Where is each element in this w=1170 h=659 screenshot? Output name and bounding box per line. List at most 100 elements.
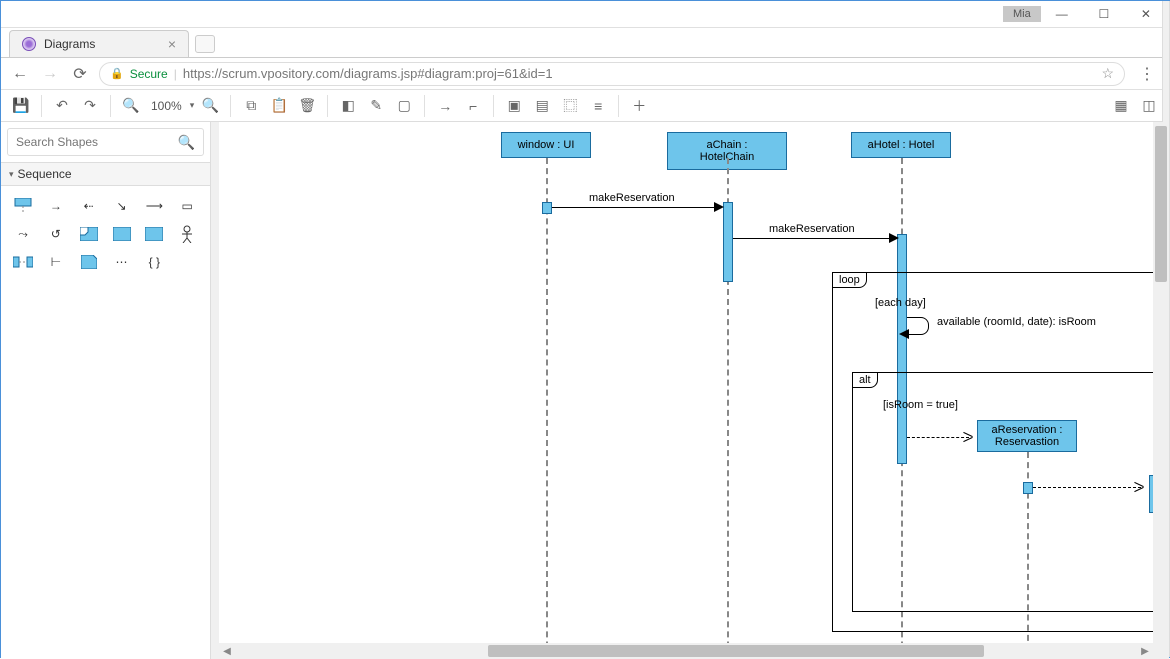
copy-button[interactable]: ⧉ — [239, 94, 263, 118]
continuation-shape[interactable] — [142, 224, 166, 244]
url-box[interactable]: 🔒 Secure | https://scrum.vpository.com/d… — [99, 62, 1125, 86]
message-2-line[interactable] — [733, 238, 897, 239]
paste-button[interactable]: 📋 — [267, 94, 291, 118]
zoom-out-button[interactable]: 🔍 — [119, 94, 143, 118]
create-message-shape[interactable]: ⤳ — [11, 224, 35, 244]
self-message-label: available (roomId, date): isRoom — [937, 316, 1096, 328]
vscroll-thumb[interactable] — [1155, 126, 1167, 282]
diagram-canvas[interactable]: window : UI aChain : HotelChain aHotel :… — [219, 122, 1153, 643]
anchor-shape[interactable]: ⋯ — [110, 252, 134, 272]
bring-front-button[interactable]: ▣ — [502, 94, 526, 118]
canvas-area: window : UI aChain : HotelChain aHotel :… — [211, 122, 1169, 659]
browser-tabbar: Diagrams × — [1, 28, 1169, 58]
save-button[interactable]: 💾 — [9, 94, 33, 118]
close-window-button[interactable]: ✕ — [1125, 2, 1167, 27]
create-notice-arrow-icon — [1134, 482, 1144, 492]
scroll-left-icon[interactable]: ◀ — [219, 646, 235, 657]
palette-header[interactable]: Sequence — [1, 162, 210, 186]
self-message-shape[interactable]: ↺ — [44, 224, 68, 244]
panels-toggle-button[interactable]: ◫ — [1137, 94, 1161, 118]
window-titlebar: Mia — ☐ ✕ — [1, 1, 1169, 28]
message-shape[interactable]: → — [44, 196, 68, 216]
gate-shape[interactable]: ⟶ — [142, 196, 166, 216]
lifeline-ui-line — [546, 158, 548, 643]
send-back-button[interactable]: ▤ — [530, 94, 554, 118]
message-2-arrow-icon — [889, 233, 899, 243]
activation-chain[interactable] — [723, 202, 733, 282]
self-message-loop[interactable] — [907, 317, 929, 335]
create-notice-line[interactable] — [1033, 487, 1141, 488]
loop-fragment-label: loop — [832, 272, 867, 288]
message-1-line[interactable] — [552, 207, 722, 208]
minimize-button[interactable]: — — [1041, 2, 1083, 27]
line-style-button[interactable]: ⌐ — [461, 94, 485, 118]
create-reservation-line[interactable] — [907, 437, 969, 438]
lifeline-shape[interactable] — [11, 196, 35, 216]
combined-fragment-shape[interactable] — [77, 224, 101, 244]
url-text: https://scrum.vpository.com/diagrams.jsp… — [183, 66, 1096, 81]
browser-menu-button[interactable]: ⋮ — [1133, 64, 1161, 84]
frame-shape[interactable]: ▭ — [175, 196, 199, 216]
interaction-use-shape[interactable] — [110, 224, 134, 244]
layout-toggle-button[interactable]: ▦ — [1109, 94, 1133, 118]
scroll-right-icon[interactable]: ▶ — [1137, 646, 1153, 657]
app-window: Mia — ☐ ✕ Diagrams × ← → ⟳ 🔒 Secure | ht… — [0, 0, 1170, 658]
lifeline-reservation-line — [1027, 452, 1029, 643]
content-area: 🔍 Sequence → ⇠ ↘ ⟶ ▭ ⤳ ↺ ⊢ ⋯ — [1, 122, 1169, 659]
back-button[interactable]: ← — [9, 63, 31, 85]
zoom-level[interactable]: 100% — [147, 99, 186, 113]
align-button[interactable]: ≡ — [586, 94, 610, 118]
delete-button[interactable]: 🗑 — [295, 94, 319, 118]
vertical-scrollbar[interactable] — [1153, 122, 1169, 643]
loop-guard: [each day] — [875, 297, 926, 309]
shadow-button[interactable]: ▢ — [392, 94, 416, 118]
fill-button[interactable]: ◧ — [336, 94, 360, 118]
duration-shape[interactable]: ⊢ — [44, 252, 68, 272]
lifeline-reservation[interactable]: aReservation : Reservastion — [977, 420, 1077, 452]
shape-palette: → ⇠ ↘ ⟶ ▭ ⤳ ↺ ⊢ ⋯ { } — [1, 186, 210, 282]
note-shape[interactable] — [77, 252, 101, 272]
activation-reservation[interactable] — [1023, 482, 1033, 494]
zoom-in-button[interactable]: 🔍 — [198, 94, 222, 118]
message-2-label: makeReservation — [769, 223, 855, 235]
forward-button[interactable]: → — [39, 63, 61, 85]
tab-title: Diagrams — [44, 37, 95, 51]
undo-button[interactable]: ↶ — [50, 94, 74, 118]
self-message-arrow-icon — [899, 329, 909, 339]
bookmark-star-icon[interactable]: ☆ — [1101, 65, 1114, 82]
maximize-button[interactable]: ☐ — [1083, 2, 1125, 27]
shapes-sidebar: 🔍 Sequence → ⇠ ↘ ⟶ ▭ ⤳ ↺ ⊢ ⋯ — [1, 122, 211, 659]
new-tab-button[interactable] — [195, 35, 215, 53]
message-1-label: makeReservation — [589, 192, 675, 204]
add-button[interactable]: ＋ — [627, 94, 651, 118]
lock-icon: 🔒 — [110, 67, 124, 80]
stroke-button[interactable]: ✎ — [364, 94, 388, 118]
activation-ui[interactable] — [542, 202, 552, 214]
found-message-shape[interactable]: ↘ — [110, 196, 134, 216]
shape-search[interactable]: 🔍 — [7, 128, 204, 156]
favicon-icon — [22, 37, 36, 51]
horizontal-scrollbar[interactable]: ◀ ▶ — [219, 643, 1153, 659]
shape-search-input[interactable] — [16, 135, 178, 149]
create-reservation-arrow-icon — [963, 432, 973, 442]
message-1-arrow-icon — [714, 202, 724, 212]
concurrent-shape[interactable] — [11, 252, 35, 272]
tab-close-icon[interactable]: × — [168, 36, 176, 52]
connector-style-button[interactable]: → — [433, 94, 457, 118]
secure-label: Secure — [130, 67, 168, 81]
actor-shape[interactable] — [175, 224, 199, 244]
alt-fragment-label: alt — [852, 372, 878, 388]
redo-button[interactable]: ↷ — [78, 94, 102, 118]
sequence-diagram: window : UI aChain : HotelChain aHotel :… — [269, 122, 1153, 643]
reload-button[interactable]: ⟳ — [69, 63, 91, 85]
group-button[interactable]: ⿴ — [558, 94, 582, 118]
return-message-shape[interactable]: ⇠ — [77, 196, 101, 216]
search-icon: 🔍 — [178, 134, 195, 151]
lifeline-hotel[interactable]: aHotel : Hotel — [851, 132, 951, 158]
browser-addressbar: ← → ⟳ 🔒 Secure | https://scrum.vpository… — [1, 58, 1169, 90]
lifeline-ui[interactable]: window : UI — [501, 132, 591, 158]
browser-tab[interactable]: Diagrams × — [9, 30, 189, 57]
hscroll-thumb[interactable] — [488, 645, 984, 657]
constraint-shape[interactable]: { } — [142, 252, 166, 272]
app-toolbar: 💾 ↶ ↷ 🔍 100% ▾ 🔍 ⧉ 📋 🗑 ◧ ✎ ▢ → ⌐ ▣ ▤ ⿴ ≡… — [1, 90, 1169, 122]
